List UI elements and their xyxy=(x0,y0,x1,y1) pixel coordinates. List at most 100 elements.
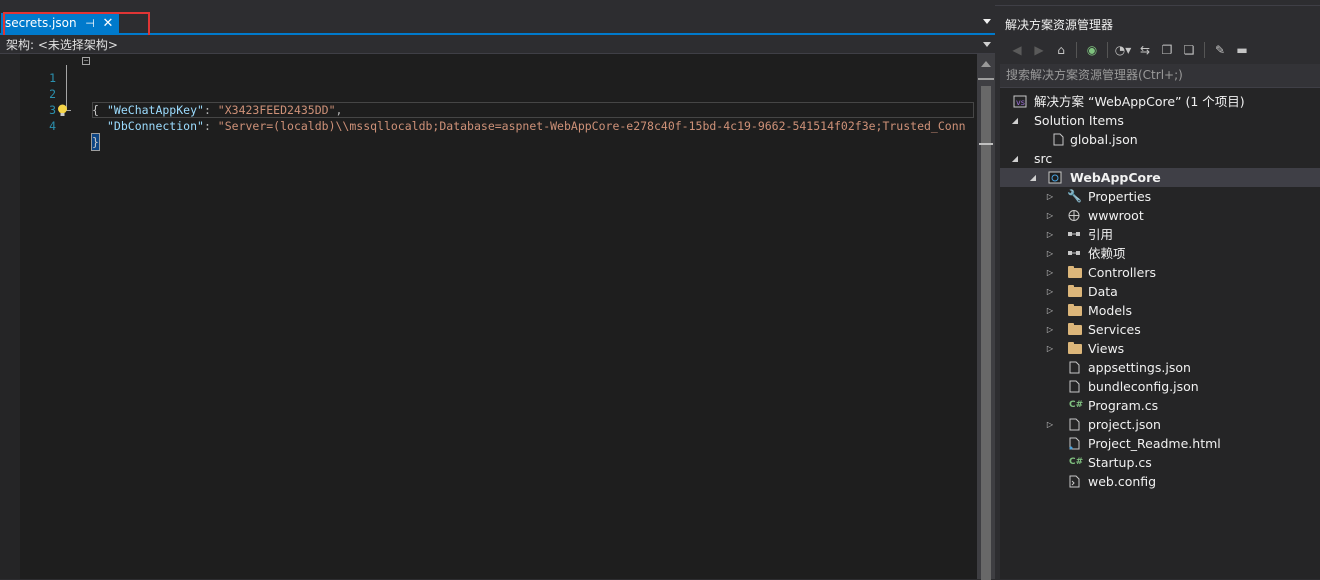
toolbar-separator xyxy=(1107,42,1108,58)
globe-icon xyxy=(1068,210,1080,221)
collapsed-icon[interactable]: ▷ xyxy=(1045,225,1055,244)
folder-icon xyxy=(1068,304,1082,316)
lightbulb-icon[interactable] xyxy=(57,104,68,117)
tree-item-properties[interactable]: ▷ 🔧 Properties xyxy=(1000,187,1320,206)
solution-explorer-search-input[interactable]: 搜索解决方案资源管理器(Ctrl+;) xyxy=(1000,64,1320,88)
code-line: 4 } xyxy=(20,102,977,151)
tree-item-label: Properties xyxy=(1088,189,1152,204)
tree-item-label: WebAppCore xyxy=(1070,170,1161,185)
vertical-scrollbar[interactable] xyxy=(977,54,995,580)
tree-item-program-cs[interactable]: C# Program.cs xyxy=(1000,396,1320,415)
tree-item-dependencies[interactable]: ▷ 依赖项 xyxy=(1000,244,1320,263)
tree-item-label: web.config xyxy=(1088,474,1157,489)
collapsed-icon[interactable]: ▷ xyxy=(1045,263,1055,282)
wrench-icon: 🔧 xyxy=(1067,189,1082,203)
chevron-down-icon[interactable] xyxy=(983,42,991,47)
indicator-margin xyxy=(0,54,20,579)
tree-item-label: Controllers xyxy=(1088,265,1156,280)
tree-item-data[interactable]: ▷ Data xyxy=(1000,282,1320,301)
collapsed-icon[interactable]: ▷ xyxy=(1045,320,1055,339)
collapsed-icon[interactable]: ▷ xyxy=(1045,206,1055,225)
collapsed-icon[interactable]: ▷ xyxy=(1045,339,1055,358)
home-icon[interactable]: ⌂ xyxy=(1052,41,1070,59)
scroll-up-icon[interactable] xyxy=(981,61,991,67)
code-editor[interactable]: 1 − { 2 "WeChatAppKey": "X3423FEED2435DD… xyxy=(0,54,977,579)
tree-item-global-json[interactable]: global.json xyxy=(1000,130,1320,149)
tree-item-project-json[interactable]: ▷ project.json xyxy=(1000,415,1320,434)
navigation-bar[interactable]: 架构: <未选择架构> xyxy=(0,35,995,54)
close-icon[interactable]: ✕ xyxy=(101,16,115,31)
tree-item-references[interactable]: ▷ 引用 xyxy=(1000,225,1320,244)
folder-icon xyxy=(1068,342,1082,354)
collapsed-icon[interactable]: ▷ xyxy=(1045,187,1055,206)
tree-item-solution[interactable]: vs 解决方案 “WebAppCore” (1 个项目) xyxy=(1000,92,1320,111)
tree-item-project-readme-html[interactable]: Project_Readme.html xyxy=(1000,434,1320,453)
preview-icon[interactable]: ▬ xyxy=(1233,41,1251,59)
json-icon xyxy=(1053,133,1064,146)
tree-item-label: wwwroot xyxy=(1088,208,1144,223)
json-icon xyxy=(1069,380,1080,393)
tab-label: secrets.json xyxy=(5,16,77,30)
tree-item-webappcore[interactable]: ◢ WebAppCore xyxy=(1000,168,1320,187)
tree-item-label: Data xyxy=(1088,284,1118,299)
tree-item-controllers[interactable]: ▷ Controllers xyxy=(1000,263,1320,282)
sync-icon[interactable]: ⇆ xyxy=(1136,41,1154,59)
tab-secrets-json[interactable]: secrets.json ⊣ ✕ xyxy=(1,13,119,33)
config-icon xyxy=(1069,475,1080,488)
tab-list-dropdown-icon[interactable] xyxy=(983,19,991,24)
tree-item-label: 解决方案 “WebAppCore” (1 个项目) xyxy=(1034,94,1245,109)
tree-item-models[interactable]: ▷ Models xyxy=(1000,301,1320,320)
tree-item-wwwroot[interactable]: ▷ wwwroot xyxy=(1000,206,1320,225)
navigation-bar-label: 架构: <未选择架构> xyxy=(6,37,118,52)
references-icon xyxy=(1068,232,1080,236)
split-handle[interactable] xyxy=(978,78,994,80)
tree-item-label: bundleconfig.json xyxy=(1088,379,1199,394)
tree-item-label: Startup.cs xyxy=(1088,455,1152,470)
tree-item-label: src xyxy=(1034,151,1053,166)
tree-item-label: Models xyxy=(1088,303,1133,318)
code-line: 1 − { xyxy=(20,54,977,118)
tree-item-views[interactable]: ▷ Views xyxy=(1000,339,1320,358)
properties-icon[interactable]: ✎ xyxy=(1211,41,1229,59)
folder-icon xyxy=(1068,285,1082,297)
expanded-icon[interactable]: ◢ xyxy=(1010,149,1020,168)
tree-item-startup-cs[interactable]: C# Startup.cs xyxy=(1000,453,1320,472)
scroll-thumb[interactable] xyxy=(981,86,991,580)
editor-area: secrets.json ⊣ ✕ 架构: <未选择架构> 1 − { 2 "We… xyxy=(0,5,995,580)
back-icon[interactable]: ◀ xyxy=(1008,41,1026,59)
html-icon xyxy=(1069,437,1080,450)
collapsed-icon[interactable]: ▷ xyxy=(1045,301,1055,320)
collapsed-icon[interactable]: ▷ xyxy=(1045,415,1055,434)
collapse-icon[interactable]: − xyxy=(82,57,90,65)
document-tab-well: secrets.json ⊣ ✕ xyxy=(0,5,995,35)
forward-icon[interactable]: ▶ xyxy=(1030,41,1048,59)
svg-text:vs: vs xyxy=(1016,98,1025,107)
expanded-icon[interactable]: ◢ xyxy=(1028,168,1038,187)
collapsed-icon[interactable]: ▷ xyxy=(1045,244,1055,263)
expanded-icon[interactable]: ◢ xyxy=(1010,111,1020,130)
history-icon[interactable]: ◔▾ xyxy=(1114,41,1132,59)
pin-icon[interactable]: ⊣ xyxy=(83,17,97,30)
pending-changes-filter-icon[interactable]: ◉ xyxy=(1083,41,1101,59)
tree-item-bundleconfig-json[interactable]: bundleconfig.json xyxy=(1000,377,1320,396)
tree-item-label: global.json xyxy=(1070,132,1138,147)
solution-explorer-title: 解决方案资源管理器 xyxy=(1000,14,1320,36)
tree-item-web-config[interactable]: web.config xyxy=(1000,472,1320,491)
collapse-all-icon[interactable]: ❐ xyxy=(1158,41,1176,59)
tree-item-label: Views xyxy=(1088,341,1125,356)
code-line: 3 "DbConnection": "Server=(localdb)\\mss… xyxy=(20,86,977,133)
tree-item-label: Services xyxy=(1088,322,1141,337)
collapsed-icon[interactable]: ▷ xyxy=(1045,282,1055,301)
tree-item-label: Solution Items xyxy=(1034,113,1124,128)
solution-explorer-toolbar: ◀ ▶ ⌂ ◉ ◔▾ ⇆ ❐ ❏ ✎ ▬ xyxy=(1000,36,1320,64)
close-brace: } xyxy=(91,133,100,151)
show-all-files-icon[interactable]: ❏ xyxy=(1180,41,1198,59)
code-line: 2 "WeChatAppKey": "X3423FEED2435DD", xyxy=(20,70,977,117)
tree-item-solution-items[interactable]: ◢ Solution Items xyxy=(1000,111,1320,130)
json-value: "Server=(localdb)\\mssqllocaldb;Database… xyxy=(217,119,966,133)
solution-icon: vs xyxy=(1013,95,1027,108)
csharp-icon: C# xyxy=(1069,400,1084,410)
tree-item-services[interactable]: ▷ Services xyxy=(1000,320,1320,339)
tree-item-src[interactable]: ◢ src xyxy=(1000,149,1320,168)
tree-item-appsettings-json[interactable]: appsettings.json xyxy=(1000,358,1320,377)
